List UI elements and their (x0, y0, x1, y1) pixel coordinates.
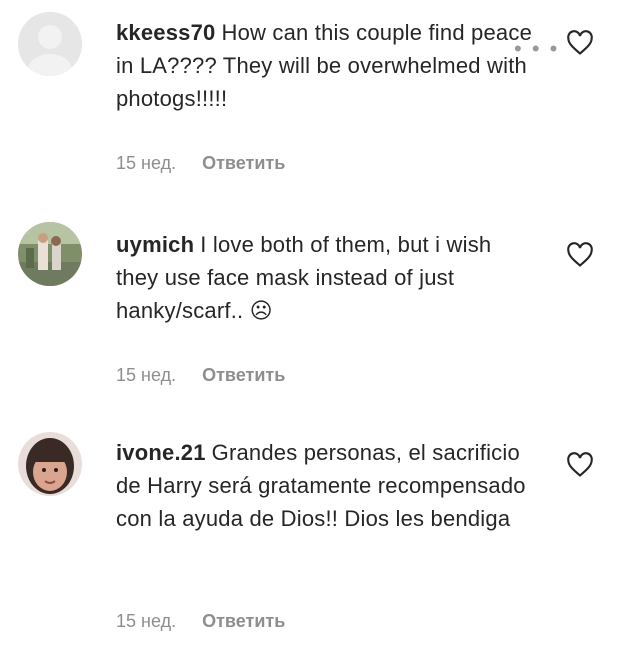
comment-body: ivone.21 Grandes personas, el sacrificio … (116, 436, 536, 535)
heart-icon[interactable] (566, 452, 594, 478)
comment-body: kkeess70 How can this couple find peace i… (116, 16, 536, 115)
avatar[interactable] (18, 12, 82, 76)
comment-username[interactable]: uymich (116, 232, 194, 257)
comment-meta: 15 нед. Ответить (116, 611, 285, 632)
avatar[interactable] (18, 432, 82, 496)
reply-button[interactable]: Ответить (202, 153, 285, 173)
heart-icon[interactable] (566, 242, 594, 268)
avatar[interactable] (18, 222, 82, 286)
comment-meta: 15 нед. Ответить (116, 365, 285, 386)
comment-age: 15 нед. (116, 365, 177, 385)
comment-username[interactable]: ivone.21 (116, 440, 206, 465)
comment-body: uymich I love both of them, but i wish th… (116, 228, 536, 327)
comment-age: 15 нед. (116, 611, 177, 631)
profile-photo-icon (18, 222, 82, 286)
more-options-icon[interactable]: • • • (514, 36, 559, 62)
comment-username[interactable]: kkeess70 (116, 20, 215, 45)
profile-photo-icon (18, 432, 82, 496)
reply-button[interactable]: Ответить (202, 611, 285, 631)
default-avatar-icon (18, 12, 82, 76)
reply-button[interactable]: Ответить (202, 365, 285, 385)
comment-meta: 15 нед. Ответить (116, 153, 285, 174)
comment-age: 15 нед. (116, 153, 177, 173)
heart-icon[interactable] (566, 30, 594, 56)
